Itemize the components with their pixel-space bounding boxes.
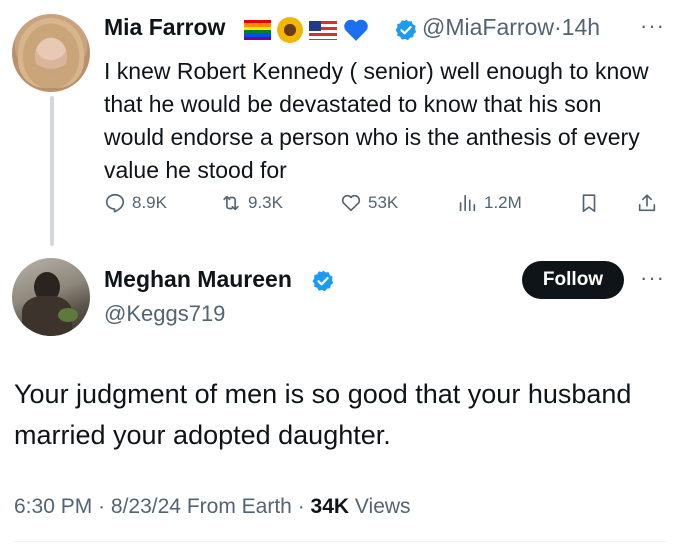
meghan-maureen-avatar[interactable] bbox=[12, 258, 90, 336]
dot-separator: · bbox=[297, 495, 305, 518]
bookmark-button[interactable] bbox=[578, 192, 600, 214]
parent-tweet-text: I knew Robert Kennedy ( senior) well eno… bbox=[104, 58, 649, 183]
tweet-meta-line: 6:30 PM · 8/23/24 From Earth · 34K Views bbox=[14, 495, 411, 519]
thread-connector-line bbox=[50, 96, 54, 246]
verified-badge-icon bbox=[312, 270, 334, 292]
views-total: 34K bbox=[310, 495, 350, 518]
dot-separator: · bbox=[553, 14, 562, 40]
views-chart-icon bbox=[459, 194, 476, 212]
reply-handle[interactable]: @Keggs719 bbox=[104, 301, 225, 327]
share-button[interactable] bbox=[636, 192, 658, 214]
mia-farrow-avatar[interactable] bbox=[12, 14, 90, 92]
more-options-icon[interactable]: ··· bbox=[640, 13, 665, 39]
more-options-icon[interactable]: ··· bbox=[640, 265, 665, 291]
parent-time[interactable]: 14h bbox=[562, 14, 600, 40]
divider bbox=[12, 541, 668, 542]
rainbow-flag-icon bbox=[244, 20, 271, 40]
parent-handle[interactable]: @MiaFarrow bbox=[422, 14, 554, 40]
reply-count: 8.9K bbox=[132, 193, 167, 212]
parent-handle-time[interactable]: @MiaFarrow·14h bbox=[422, 14, 600, 41]
name-emoji-strip bbox=[244, 15, 369, 45]
repost-count: 9.3K bbox=[248, 193, 283, 212]
blue-heart-icon bbox=[344, 19, 368, 41]
reply-button[interactable]: 8.9K bbox=[104, 192, 167, 214]
views-label: Views bbox=[354, 495, 411, 518]
reply-author-name[interactable]: Meghan Maureen bbox=[104, 266, 292, 293]
us-flag-icon bbox=[309, 20, 337, 40]
reply-tweet-text: Your judgment of men is so good that you… bbox=[14, 379, 632, 450]
follow-button[interactable]: Follow bbox=[522, 261, 624, 299]
bookmark-icon bbox=[582, 194, 596, 213]
dot-separator: · bbox=[98, 495, 106, 518]
share-icon bbox=[638, 194, 656, 212]
reply-icon bbox=[105, 193, 125, 213]
verified-badge-icon bbox=[395, 19, 417, 41]
tweet-time[interactable]: 6:30 PM bbox=[14, 495, 92, 518]
repost-button[interactable]: 9.3K bbox=[220, 192, 283, 214]
views-button[interactable]: 1.2M bbox=[456, 192, 522, 214]
heart-outline-icon bbox=[341, 194, 361, 212]
like-count: 53K bbox=[368, 193, 399, 212]
like-button[interactable]: 53K bbox=[340, 192, 398, 214]
parent-author-name[interactable]: Mia Farrow bbox=[104, 14, 225, 41]
sunflower-icon bbox=[277, 17, 303, 43]
parent-action-bar: 8.9K 9.3K 53K 1.2M bbox=[104, 192, 664, 222]
tweet-date[interactable]: 8/23/24 bbox=[111, 495, 181, 518]
tweet-source: From Earth bbox=[186, 495, 292, 518]
repost-icon bbox=[223, 195, 239, 211]
views-count: 1.2M bbox=[484, 193, 522, 212]
